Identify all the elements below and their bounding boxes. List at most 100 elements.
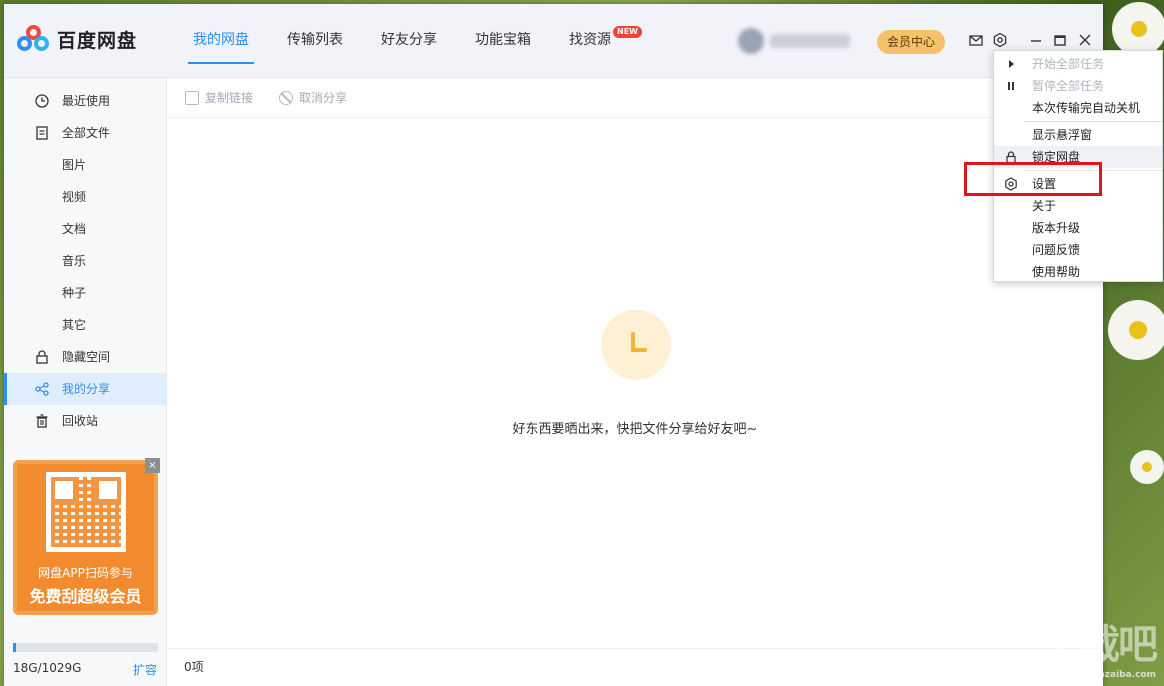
sidebar: 最近使用全部文件图片视频文档音乐种子其它隐藏空间我的分享回收站 × 网盘APP扫…	[4, 78, 167, 686]
menu-item-0-1: 暂停全部任务	[994, 75, 1162, 97]
avatar	[738, 28, 764, 54]
promo-line2: 免费刮超级会员	[29, 587, 142, 606]
qr-code	[46, 472, 126, 552]
toolbar: 复制链接 取消分享	[167, 78, 1103, 118]
menu-item-label: 关于	[1032, 199, 1057, 213]
pause-icon	[1008, 82, 1014, 90]
minimize-icon[interactable]	[1028, 32, 1044, 48]
watermark: 下载吧 www.xiazaiba.com	[1042, 612, 1158, 680]
copy-link-label: 复制链接	[205, 91, 254, 105]
tab-label: 功能宝箱	[475, 32, 531, 48]
background-flower	[1108, 300, 1164, 360]
play-icon	[1009, 60, 1014, 68]
close-icon[interactable]	[1077, 32, 1093, 48]
menu-item-2-3[interactable]: 问题反馈	[994, 239, 1162, 261]
tab-label: 我的网盘	[193, 32, 249, 48]
tab-2[interactable]: 好友分享	[362, 4, 456, 78]
cancel-share-button[interactable]: 取消分享	[279, 89, 347, 106]
main-nav: 我的网盘 传输列表 好友分享 功能宝箱 找资源 NEW	[174, 4, 642, 78]
sidebar-item-6[interactable]: 种子	[4, 277, 166, 309]
cancel-share-label: 取消分享	[299, 91, 348, 105]
sidebar-item-5[interactable]: 音乐	[4, 245, 166, 277]
sidebar-item-label: 种子	[62, 286, 87, 300]
item-count: 0项	[184, 660, 204, 674]
copy-link-button[interactable]: 复制链接	[185, 89, 253, 106]
status-bar: 0项	[167, 648, 1103, 686]
sidebar-item-label: 我的分享	[62, 382, 111, 396]
sidebar-item-0[interactable]: 最近使用	[4, 85, 166, 117]
menu-item-label: 显示悬浮窗	[1032, 128, 1093, 142]
new-badge: NEW	[613, 26, 642, 38]
promo-line1: 网盘APP扫码参与	[38, 566, 133, 580]
sidebar-item-label: 图片	[62, 158, 87, 172]
sidebar-item-label: 音乐	[62, 254, 87, 268]
tab-0[interactable]: 我的网盘	[174, 4, 268, 78]
sidebar-item-label: 最近使用	[62, 94, 111, 108]
sidebar-item-label: 隐藏空间	[62, 350, 111, 364]
menu-item-2-2[interactable]: 版本升级	[994, 217, 1162, 239]
sidebar-item-7[interactable]: 其它	[4, 309, 166, 341]
document-icon	[36, 126, 48, 140]
tab-1[interactable]: 传输列表	[268, 4, 362, 78]
sidebar-item-9[interactable]: 我的分享	[4, 373, 166, 405]
username-blurred	[770, 34, 850, 48]
menu-item-2-4[interactable]: 使用帮助	[994, 261, 1162, 283]
main-content: 复制链接 取消分享 好东西要晒出来，快把文件分享给好友吧~ 0项	[167, 78, 1103, 686]
watermark-text: 下载吧	[1042, 622, 1158, 668]
sidebar-item-4[interactable]: 文档	[4, 213, 166, 245]
gear-icon[interactable]	[992, 32, 1008, 48]
menu-item-2-1[interactable]: 关于	[994, 195, 1162, 217]
ban-icon	[279, 90, 294, 105]
menu-item-label: 开始全部任务	[1032, 57, 1105, 71]
empty-clock-icon	[601, 310, 671, 380]
trash-icon	[36, 414, 48, 428]
storage-quota-bar	[13, 643, 158, 652]
expand-storage-link[interactable]: 扩容	[133, 661, 157, 678]
app-window: 百度网盘 我的网盘 传输列表 好友分享 功能宝箱 找资源 NEW 会员中心 最近使用全部文…	[4, 4, 1103, 686]
empty-message: 好东西要晒出来，快把文件分享给好友吧~	[512, 422, 758, 437]
sidebar-item-2[interactable]: 图片	[4, 149, 166, 181]
highlight-box	[964, 162, 1102, 196]
user-profile[interactable]	[738, 28, 850, 54]
promo-banner[interactable]: × 网盘APP扫码参与 免费刮超级会员	[13, 458, 160, 615]
tab-label: 好友分享	[381, 32, 437, 48]
lock-icon	[36, 350, 48, 364]
app-logo[interactable]: 百度网盘	[17, 24, 137, 54]
vip-center-button[interactable]: 会员中心	[877, 30, 946, 54]
menu-item-0-0: 开始全部任务	[994, 53, 1162, 75]
menu-item-0-2[interactable]: 本次传输完自动关机	[994, 97, 1162, 119]
storage-quota-fill	[13, 643, 16, 652]
sidebar-item-label: 文档	[62, 222, 87, 236]
menu-item-label: 版本升级	[1032, 221, 1081, 235]
promo-close-button[interactable]: ×	[145, 458, 160, 473]
tab-label: 找资源	[569, 32, 611, 48]
mail-icon[interactable]	[968, 32, 984, 48]
tab-4[interactable]: 找资源 NEW	[550, 4, 642, 78]
menu-item-label: 本次传输完自动关机	[1032, 101, 1141, 115]
menu-item-label: 暂停全部任务	[1032, 79, 1105, 93]
sidebar-item-label: 视频	[62, 190, 87, 204]
copy-icon	[185, 90, 199, 105]
storage-quota-text: 18G/1029G	[13, 661, 82, 675]
clock-icon	[35, 94, 49, 108]
watermark-sub: www.xiazaiba.com	[1062, 670, 1156, 680]
sidebar-item-1[interactable]: 全部文件	[4, 117, 166, 149]
menu-item-label: 问题反馈	[1032, 243, 1081, 257]
sidebar-item-8[interactable]: 隐藏空间	[4, 341, 166, 373]
sidebar-list: 最近使用全部文件图片视频文档音乐种子其它隐藏空间我的分享回收站	[4, 78, 166, 437]
sidebar-item-label: 回收站	[62, 414, 99, 428]
menu-item-label: 使用帮助	[1032, 265, 1081, 279]
share-icon	[35, 382, 49, 396]
sidebar-item-label: 全部文件	[62, 126, 111, 140]
background-flower	[1112, 2, 1164, 56]
maximize-icon[interactable]	[1052, 32, 1068, 48]
tab-label: 传输列表	[287, 32, 343, 48]
sidebar-item-10[interactable]: 回收站	[4, 405, 166, 437]
header-bar: 百度网盘 我的网盘 传输列表 好友分享 功能宝箱 找资源 NEW 会员中心	[4, 4, 1103, 78]
sidebar-item-3[interactable]: 视频	[4, 181, 166, 213]
tab-3[interactable]: 功能宝箱	[456, 4, 550, 78]
background-flower	[1130, 450, 1164, 484]
sidebar-item-label: 其它	[62, 318, 87, 332]
menu-item-1-0[interactable]: 显示悬浮窗	[994, 124, 1162, 146]
logo-text: 百度网盘	[57, 29, 138, 52]
